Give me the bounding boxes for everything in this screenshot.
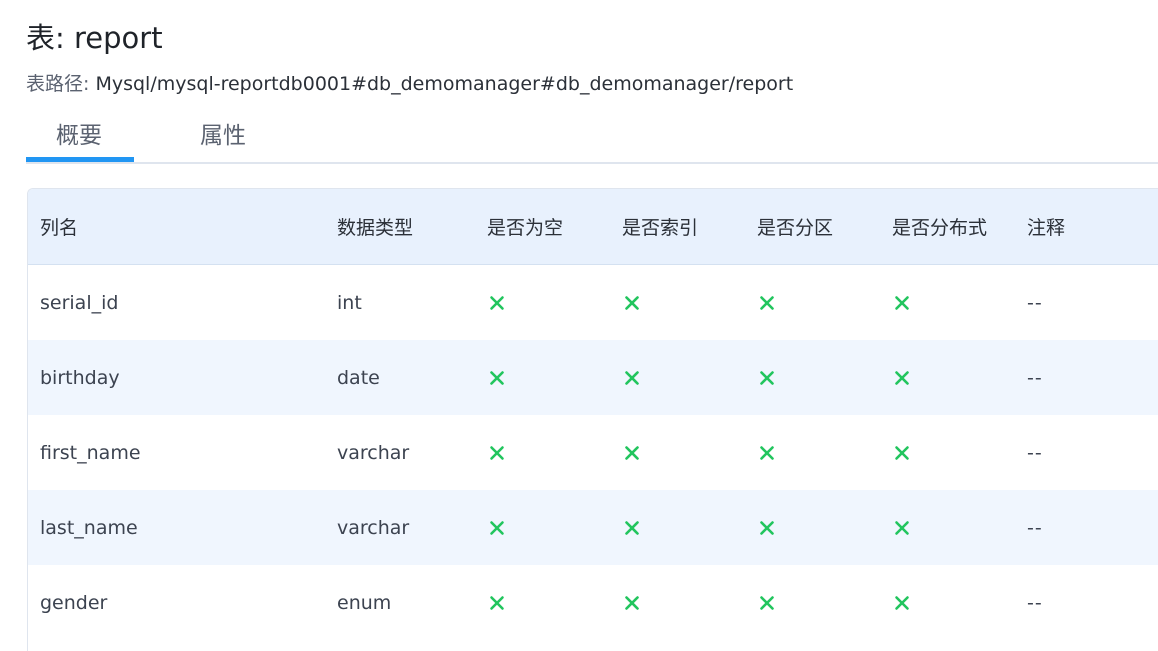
cell-column-name: serial_id <box>40 291 119 314</box>
cell-nullable <box>487 490 505 565</box>
cell-partitioned <box>757 265 775 340</box>
column-header-comment[interactable]: 注释 <box>1027 189 1065 264</box>
cell-data-type: int <box>337 291 362 314</box>
column-header-nullable[interactable]: 是否为空 <box>487 189 563 264</box>
cell-comment: -- <box>1027 291 1043 314</box>
partitioned-cross-icon <box>760 595 774 610</box>
distributed-cross-icon <box>895 595 909 610</box>
cell-indexed <box>622 415 640 490</box>
table-row[interactable]: last_name varchar -- <box>28 490 1158 565</box>
distributed-cross-icon <box>895 370 909 385</box>
nullable-cross-icon <box>490 370 504 385</box>
cell-distributed <box>892 565 910 640</box>
page-title: 表: report <box>26 21 163 55</box>
cell-indexed <box>622 490 640 565</box>
table-row[interactable]: serial_id int -- <box>28 265 1158 340</box>
cell-distributed <box>892 340 910 415</box>
partitioned-cross-icon <box>760 370 774 385</box>
column-header-partitioned[interactable]: 是否分区 <box>757 189 833 264</box>
indexed-cross-icon <box>625 520 639 535</box>
cell-distributed <box>892 265 910 340</box>
cell-nullable <box>487 415 505 490</box>
cell-column-name: birthday <box>40 366 120 389</box>
distributed-cross-icon <box>895 520 909 535</box>
column-header-type[interactable]: 数据类型 <box>337 189 413 264</box>
table-row[interactable]: gender enum -- <box>28 565 1158 640</box>
nullable-cross-icon <box>490 595 504 610</box>
cell-partitioned <box>757 490 775 565</box>
cell-column-name: gender <box>40 591 108 614</box>
partitioned-cross-icon <box>760 295 774 310</box>
cell-indexed <box>622 265 640 340</box>
cell-column-name: last_name <box>40 516 138 539</box>
nullable-cross-icon <box>490 520 504 535</box>
table-row[interactable]: first_name varchar -- <box>28 415 1158 490</box>
cell-nullable <box>487 340 505 415</box>
cell-indexed <box>622 565 640 640</box>
active-tab-indicator <box>26 157 134 162</box>
cell-indexed <box>622 340 640 415</box>
indexed-cross-icon <box>625 370 639 385</box>
cell-data-type: varchar <box>337 441 410 464</box>
cell-data-type: date <box>337 366 380 389</box>
partitioned-cross-icon <box>760 520 774 535</box>
partitioned-cross-icon <box>760 445 774 460</box>
cell-comment: -- <box>1027 516 1043 539</box>
cell-distributed <box>892 490 910 565</box>
columns-table: 列名 数据类型 是否为空 是否索引 是否分区 是否分布式 注释 serial_i… <box>27 188 1158 651</box>
table-row[interactable]: birthday date -- <box>28 340 1158 415</box>
cell-data-type: varchar <box>337 516 410 539</box>
indexed-cross-icon <box>625 445 639 460</box>
table-path: 表路径: Mysql/mysql-reportdb0001#db_demoman… <box>26 70 793 98</box>
indexed-cross-icon <box>625 295 639 310</box>
cell-distributed <box>892 415 910 490</box>
cell-partitioned <box>757 340 775 415</box>
column-header-name[interactable]: 列名 <box>40 189 78 264</box>
nullable-cross-icon <box>490 445 504 460</box>
indexed-cross-icon <box>625 595 639 610</box>
tab-properties[interactable]: 属性 <box>200 120 246 152</box>
cell-column-name: first_name <box>40 441 141 464</box>
distributed-cross-icon <box>895 295 909 310</box>
tab-bar: 概要 属性 <box>26 112 1158 164</box>
distributed-cross-icon <box>895 445 909 460</box>
cell-partitioned <box>757 565 775 640</box>
table-header-row: 列名 数据类型 是否为空 是否索引 是否分区 是否分布式 注释 <box>28 189 1158 265</box>
cell-nullable <box>487 565 505 640</box>
table-path-value: Mysql/mysql-reportdb0001#db_demomanager#… <box>95 73 794 95</box>
table-path-label: 表路径: <box>26 73 90 95</box>
cell-comment: -- <box>1027 366 1043 389</box>
cell-partitioned <box>757 415 775 490</box>
cell-nullable <box>487 265 505 340</box>
column-header-indexed[interactable]: 是否索引 <box>622 189 698 264</box>
tab-overview[interactable]: 概要 <box>56 120 102 152</box>
cell-comment: -- <box>1027 441 1043 464</box>
cell-data-type: enum <box>337 591 392 614</box>
nullable-cross-icon <box>490 295 504 310</box>
column-header-distributed[interactable]: 是否分布式 <box>892 189 987 264</box>
cell-comment: -- <box>1027 591 1043 614</box>
